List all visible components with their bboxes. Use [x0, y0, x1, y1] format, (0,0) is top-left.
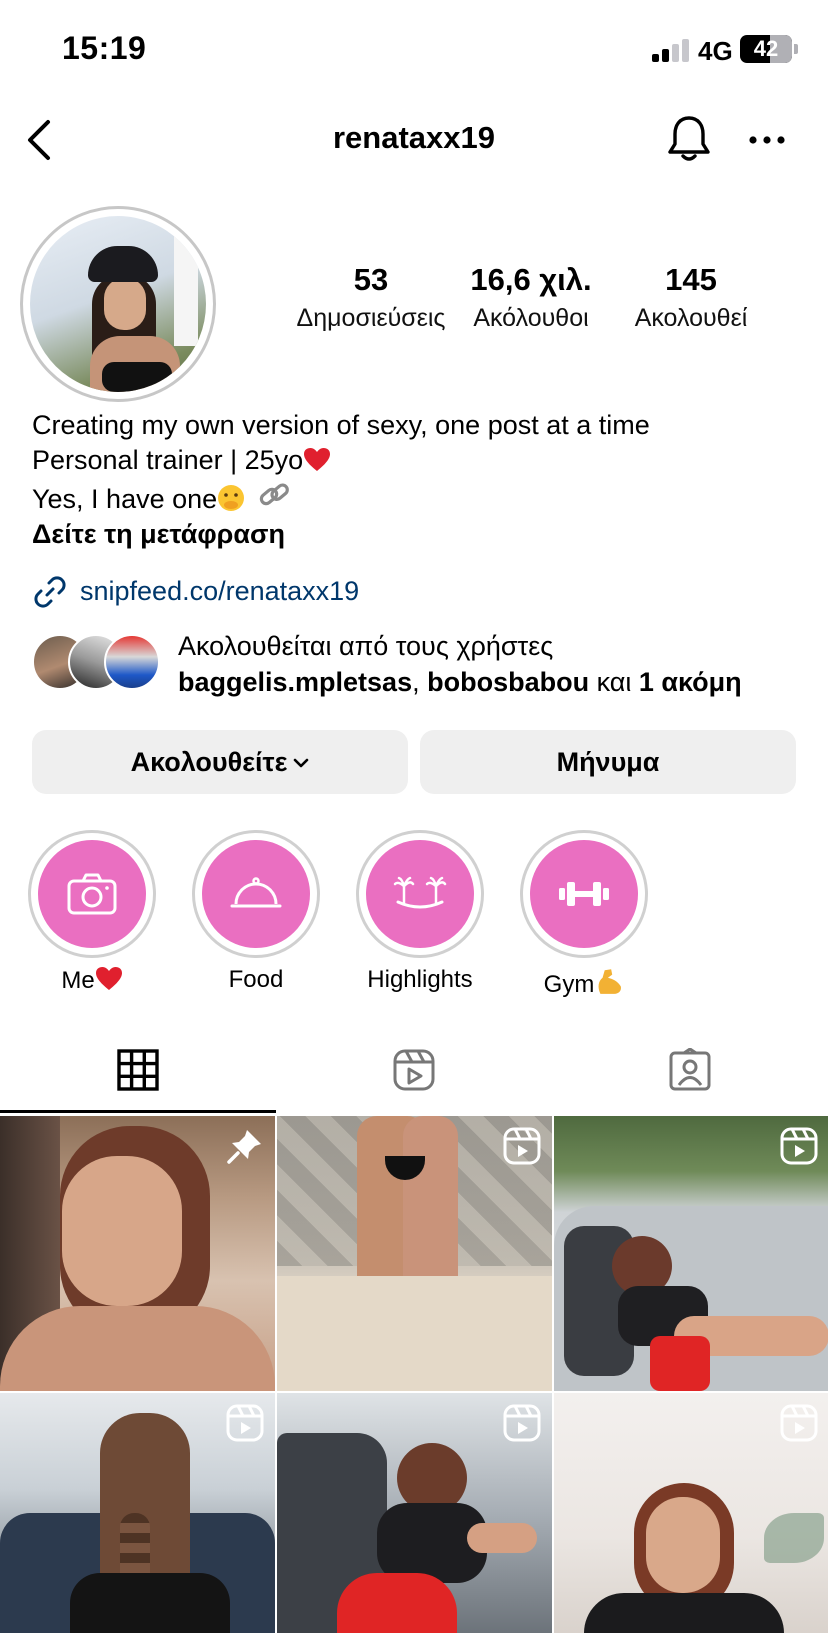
bio-line-2: Personal trainer | 25yo [32, 445, 304, 475]
post-thumbnail[interactable] [277, 1393, 552, 1633]
profile-tabs [0, 1038, 828, 1114]
posts-count-label: Δημοσιεύσεις [296, 304, 446, 332]
battery-icon: 42 [740, 35, 792, 63]
notifications-button[interactable] [666, 114, 712, 164]
following-count[interactable]: 145 Ακολουθεί [616, 262, 766, 333]
post-thumbnail[interactable] [0, 1393, 275, 1633]
reel-icon [503, 1127, 541, 1165]
highlight-gym[interactable]: Gym [520, 830, 648, 999]
link-emoji-icon [259, 483, 289, 506]
dumbbell-icon [559, 882, 609, 906]
post-thumbnail[interactable] [554, 1393, 828, 1633]
signal-icon [652, 38, 692, 62]
posts-grid [0, 1116, 828, 1633]
profile-link-text: snipfeed.co/renataxx19 [80, 576, 360, 606]
post-thumbnail[interactable] [554, 1116, 828, 1391]
tab-tagged[interactable] [552, 1038, 828, 1114]
avatar[interactable] [30, 216, 206, 392]
battery-level: 42 [753, 36, 779, 61]
post-thumbnail[interactable] [277, 1116, 552, 1391]
reel-icon [780, 1127, 818, 1165]
pin-icon [227, 1130, 261, 1164]
bio-line-3: Yes, I have one [32, 484, 218, 514]
reels-icon [393, 1049, 435, 1091]
followed-by[interactable]: Ακολουθείται από τους χρήστες baggelis.m… [32, 628, 822, 708]
profile-bio: Creating my own version of sexy, one pos… [32, 408, 812, 552]
following-count-label: Ακολουθεί [634, 304, 748, 332]
highlight-highlights[interactable]: Highlights [356, 830, 484, 994]
message-button-label: Μήνυμα [556, 747, 660, 777]
follower-username-2[interactable]: bobosbabou [427, 667, 589, 697]
reel-icon [226, 1404, 264, 1442]
following-button[interactable]: Ακολουθείτε [32, 730, 408, 794]
ellipsis-icon [749, 136, 785, 144]
see-translation-link[interactable]: Δείτε τη μετάφραση [32, 517, 812, 552]
followed-by-more[interactable]: 1 ακόμη [639, 667, 742, 697]
active-tab-indicator [0, 1110, 276, 1113]
follower-username-1[interactable]: baggelis.mpletsas [178, 667, 412, 697]
camera-icon [67, 873, 117, 915]
highlight-highlights-label: Highlights [367, 966, 473, 993]
followed-by-text: Ακολουθείται από τους χρήστες baggelis.m… [178, 628, 742, 700]
network-type: 4G [698, 36, 733, 66]
heart-emoji-icon [304, 448, 331, 471]
following-count-value: 145 [665, 262, 717, 297]
posts-count-value: 53 [353, 262, 389, 297]
followed-by-prefix: Ακολουθείται από τους χρήστες [178, 631, 554, 661]
tab-posts-grid[interactable] [0, 1038, 276, 1114]
followers-count-label: Ακόλουθοι [473, 304, 589, 332]
status-bar: 15:19 4G 42 [0, 0, 828, 100]
palm-trees-icon [393, 876, 447, 909]
follower-avatar [104, 634, 160, 690]
reel-icon [780, 1404, 818, 1442]
highlight-food-label: Food [228, 966, 284, 993]
highlight-me-label: Me [61, 967, 95, 994]
reel-icon [503, 1404, 541, 1442]
bell-icon [668, 116, 710, 161]
followed-by-and: και [589, 667, 639, 697]
message-button[interactable]: Μήνυμα [420, 730, 796, 794]
following-button-label: Ακολουθείτε [130, 747, 288, 777]
heart-emoji-icon [95, 967, 122, 990]
more-options-button[interactable] [744, 116, 790, 162]
followers-count[interactable]: 16,6 χιλ. Ακόλουθοι [456, 262, 606, 333]
post-thumbnail[interactable] [0, 1116, 275, 1391]
battery-tip [794, 44, 798, 54]
highlight-food[interactable]: Food [192, 830, 320, 994]
highlight-gym-label: Gym [543, 971, 595, 998]
bio-line-1: Creating my own version of sexy, one pos… [32, 410, 650, 440]
highlight-me[interactable]: Me [28, 830, 156, 995]
hand-over-mouth-emoji-icon [218, 485, 245, 511]
followers-count-value: 16,6 χιλ. [470, 262, 592, 297]
followed-by-separator: , [412, 667, 428, 697]
posts-count[interactable]: 53 Δημοσιεύσεις [296, 262, 446, 333]
tab-reels[interactable] [276, 1038, 552, 1114]
grid-icon [117, 1049, 159, 1091]
tagged-icon [669, 1048, 711, 1091]
status-time: 15:19 [62, 30, 147, 66]
chevron-down-icon [294, 758, 309, 768]
flexed-biceps-emoji-icon [598, 969, 622, 994]
cloche-icon [230, 877, 282, 908]
profile-nav-bar: renataxx19 [0, 100, 828, 180]
link-icon [34, 576, 66, 608]
